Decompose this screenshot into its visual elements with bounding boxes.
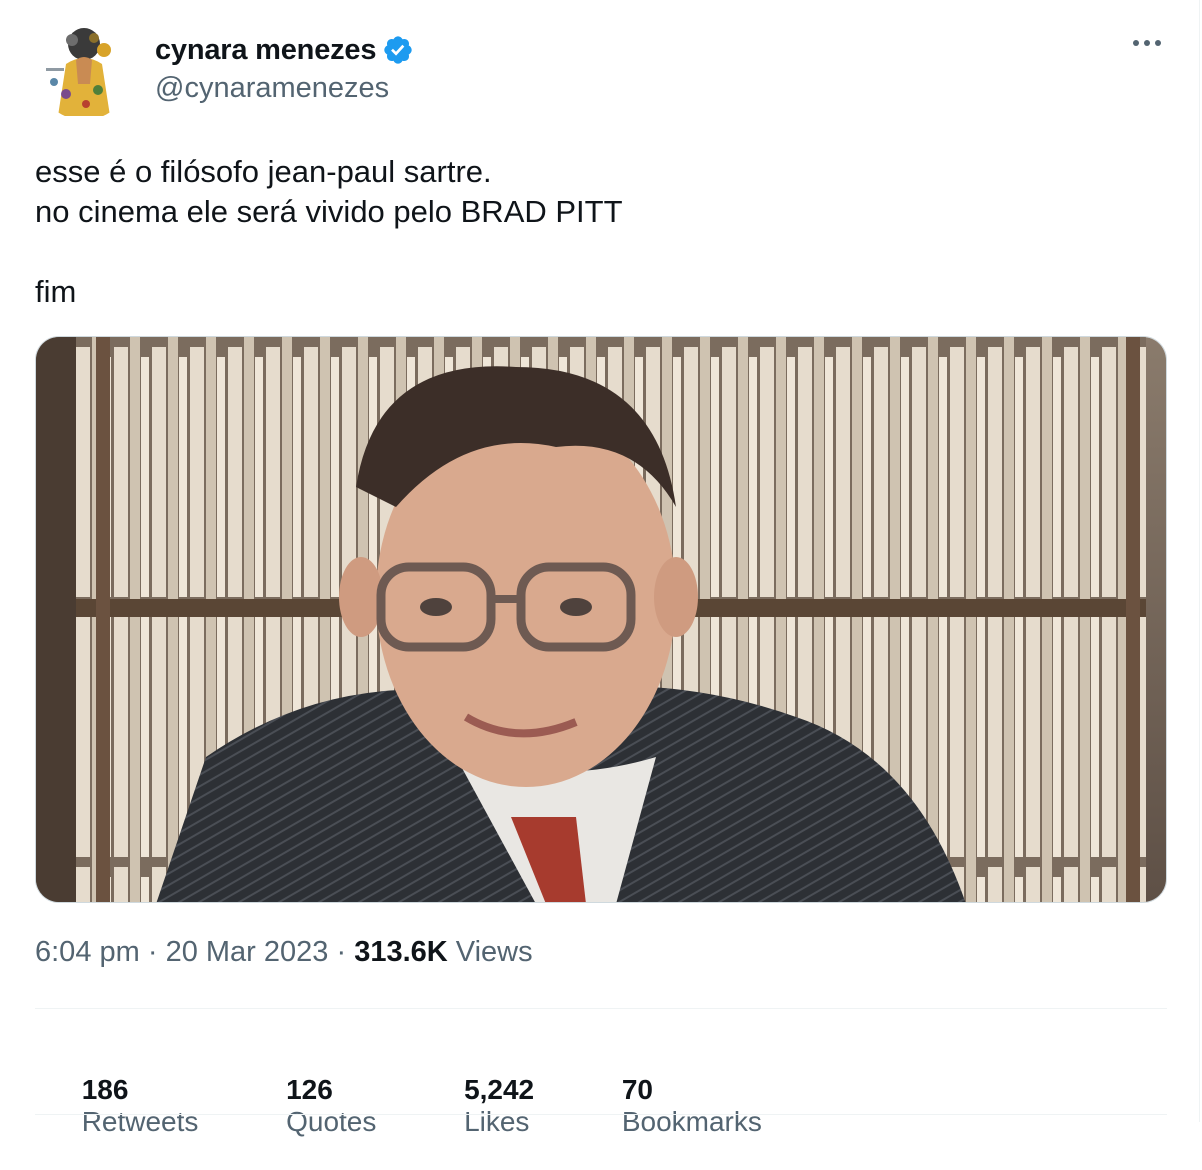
tweet-text: esse é o filósofo jean-paul sartre. no c… bbox=[35, 154, 623, 309]
more-options-icon[interactable] bbox=[1133, 40, 1161, 46]
views-count[interactable]: 313.6K bbox=[354, 936, 448, 969]
stat-retweets[interactable]: 186 Retweets bbox=[35, 1042, 199, 1170]
tweet-date[interactable]: 20 Mar 2023 bbox=[166, 936, 329, 969]
divider-top bbox=[35, 1008, 1167, 1009]
stat-bookmarks[interactable]: 70 Bookmarks bbox=[575, 1042, 762, 1170]
meta-separator-2: · bbox=[328, 936, 355, 968]
meta-separator-1: · bbox=[139, 936, 166, 968]
views-label[interactable]: Views bbox=[456, 936, 533, 969]
tweet-detail: cynara menezes @cynaramenezes esse é o f… bbox=[0, 0, 1200, 1137]
stat-likes[interactable]: 5,242 Likes bbox=[417, 1042, 534, 1170]
retweets-count: 186 bbox=[81, 1074, 129, 1105]
engagement-stats: 186 Retweets 126 Quotes 5,242 Likes 70 B… bbox=[35, 1042, 803, 1170]
stat-quotes[interactable]: 126 Quotes bbox=[239, 1042, 376, 1170]
divider-bottom bbox=[35, 1114, 1167, 1115]
user-handle[interactable]: @cynaramenezes bbox=[155, 72, 414, 105]
avatar[interactable] bbox=[36, 24, 132, 120]
verified-badge-icon[interactable] bbox=[382, 34, 414, 66]
bookmarks-count: 70 bbox=[621, 1074, 653, 1105]
avatar-illustration bbox=[36, 24, 132, 120]
tweet-photo[interactable] bbox=[35, 336, 1167, 903]
tweet-metadata: 6:04 pm · 20 Mar 2023 · 313.6K Views bbox=[35, 936, 533, 969]
likes-count: 5,242 bbox=[464, 1074, 535, 1105]
tweet-time[interactable]: 6:04 pm bbox=[35, 936, 140, 969]
photo-portrait-bookshelf bbox=[36, 337, 1166, 902]
quotes-count: 126 bbox=[286, 1074, 333, 1105]
display-name-row: cynara menezes bbox=[155, 32, 414, 68]
display-name[interactable]: cynara menezes bbox=[155, 34, 376, 67]
author-info: cynara menezes @cynaramenezes bbox=[155, 32, 414, 105]
